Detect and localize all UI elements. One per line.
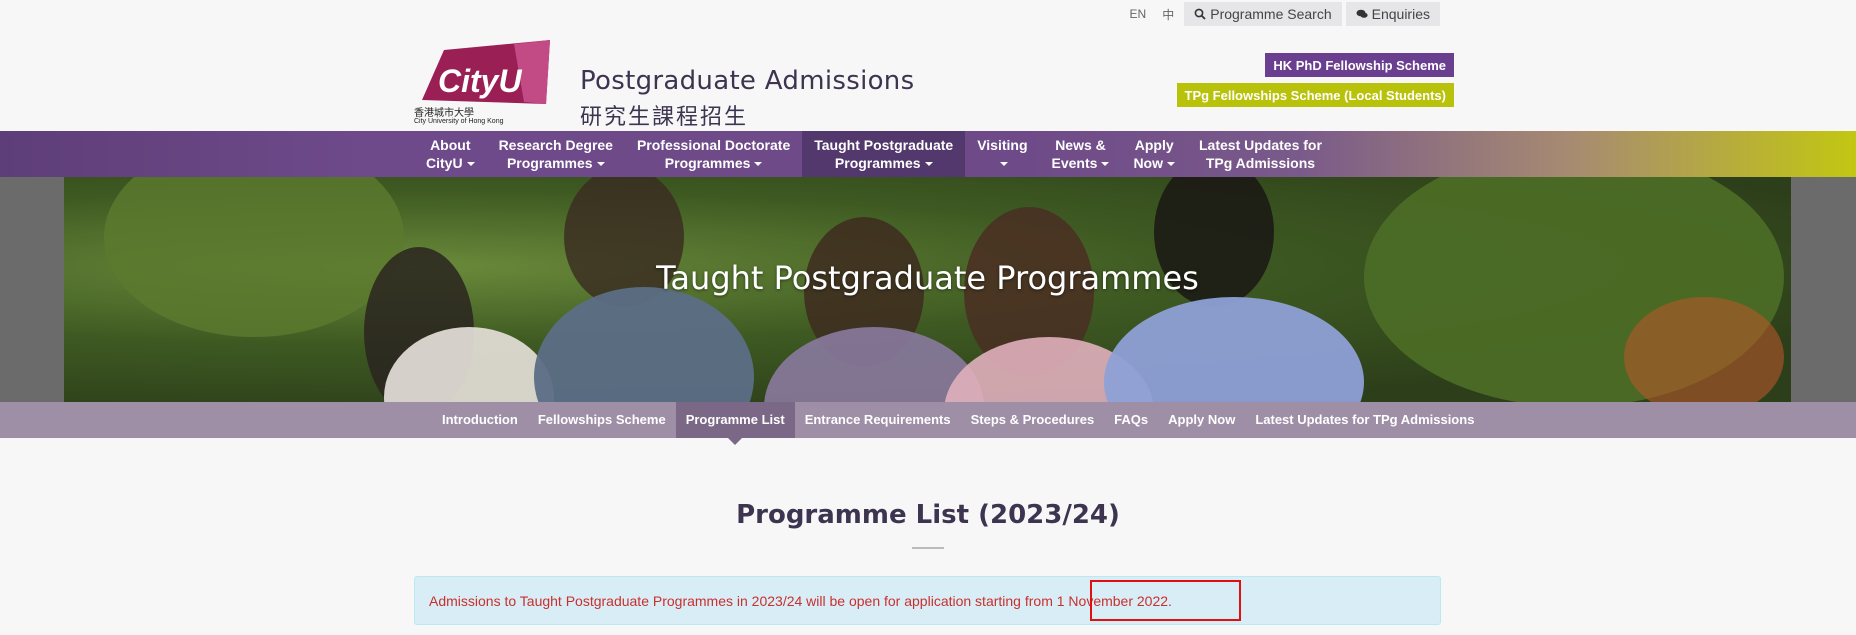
- programme-search-button[interactable]: Programme Search: [1184, 2, 1342, 26]
- sub-nav: Introduction Fellowships Scheme Programm…: [0, 402, 1856, 445]
- nav-label: Latest Updates for: [1199, 137, 1322, 153]
- admission-notice-text: Admissions to Taught Postgraduate Progra…: [429, 592, 1172, 609]
- nav-label: Taught Postgraduate: [814, 137, 954, 153]
- nav-taught-postgraduate[interactable]: Taught Postgraduate Programmes: [802, 131, 966, 177]
- nav-label: TPg Admissions: [1205, 155, 1316, 171]
- subnav-faqs[interactable]: FAQs: [1104, 402, 1158, 438]
- caret-down-icon: [466, 162, 475, 167]
- date-highlight-box: [1090, 580, 1241, 621]
- logo-english-name: City University of Hong Kong: [414, 118, 504, 125]
- tpg-fellowship-button[interactable]: TPg Fellowships Scheme (Local Students): [1176, 83, 1454, 107]
- page-heading: Programme List (2023/24): [736, 500, 1120, 530]
- nav-label: Research Degree: [498, 137, 613, 153]
- subnav-introduction[interactable]: Introduction: [432, 402, 528, 438]
- search-icon: [1194, 8, 1206, 20]
- caret-down-icon: [1101, 162, 1110, 167]
- utility-bar: EN 中 Programme Search Enquiries: [1124, 2, 1440, 26]
- nav-label: News &: [1055, 137, 1106, 153]
- nav-label: CityU: [426, 155, 463, 171]
- nav-label: Apply: [1134, 137, 1174, 153]
- subnav-fellowships-scheme[interactable]: Fellowships Scheme: [528, 402, 676, 438]
- site-title-zh: 研究生課程招生: [580, 105, 749, 130]
- caret-down-icon: [924, 162, 933, 167]
- lang-en-link[interactable]: EN: [1124, 4, 1153, 24]
- subnav-latest-updates[interactable]: Latest Updates for TPg Admissions: [1245, 402, 1484, 438]
- subnav-entrance-requirements[interactable]: Entrance Requirements: [795, 402, 961, 438]
- caret-down-icon: [596, 162, 605, 167]
- chat-icon: [1356, 9, 1368, 18]
- nav-label: Programmes: [664, 155, 751, 171]
- admission-notice: Admissions to Taught Postgraduate Progra…: [414, 576, 1441, 625]
- hk-phd-fellowship-button[interactable]: HK PhD Fellowship Scheme: [1265, 53, 1454, 77]
- nav-news-events[interactable]: News & Events: [1040, 131, 1122, 177]
- site-title: Postgraduate Admissions: [580, 66, 915, 96]
- nav-label: Now: [1133, 155, 1163, 171]
- nav-label: Events: [1051, 155, 1098, 171]
- nav-label: About: [430, 137, 471, 153]
- enquiries-button[interactable]: Enquiries: [1345, 2, 1440, 26]
- nav-label: Professional Doctorate: [636, 137, 791, 153]
- nav-visiting[interactable]: Visiting: [965, 131, 1039, 177]
- banner-section: Taught Postgraduate Programmes: [0, 177, 1856, 402]
- nav-label: Programmes: [834, 155, 921, 171]
- nav-about-cityu[interactable]: About CityU: [414, 131, 487, 177]
- main-nav: About CityU Research Degree Programmes Pro…: [0, 131, 1856, 177]
- logo-wordmark: CityU: [438, 63, 522, 99]
- banner-title: Taught Postgraduate Programmes: [656, 259, 1199, 297]
- nav-latest-updates[interactable]: Latest Updates for TPg Admissions: [1187, 131, 1334, 177]
- caret-down-icon: [1000, 162, 1009, 167]
- enquiries-label: Enquiries: [1371, 6, 1430, 22]
- banner-image: Taught Postgraduate Programmes: [64, 177, 1791, 402]
- nav-professional-doctorate[interactable]: Professional Doctorate Programmes: [625, 131, 802, 177]
- programme-search-label: Programme Search: [1210, 6, 1332, 22]
- subnav-programme-list[interactable]: Programme List: [675, 402, 795, 445]
- nav-label: Visiting: [977, 137, 1028, 153]
- logo-chinese-name: 香港城市大學: [414, 108, 474, 119]
- heading-divider: [912, 547, 944, 549]
- nav-apply-now[interactable]: Apply Now: [1121, 131, 1187, 177]
- nav-research-degree[interactable]: Research Degree Programmes: [487, 131, 625, 177]
- caret-down-icon: [1167, 162, 1175, 167]
- subnav-steps-procedures[interactable]: Steps & Procedures: [961, 402, 1105, 438]
- nav-label: Programmes: [506, 155, 593, 171]
- lang-zh-link[interactable]: 中: [1156, 3, 1180, 26]
- caret-down-icon: [754, 162, 763, 167]
- subnav-apply-now[interactable]: Apply Now: [1158, 402, 1245, 438]
